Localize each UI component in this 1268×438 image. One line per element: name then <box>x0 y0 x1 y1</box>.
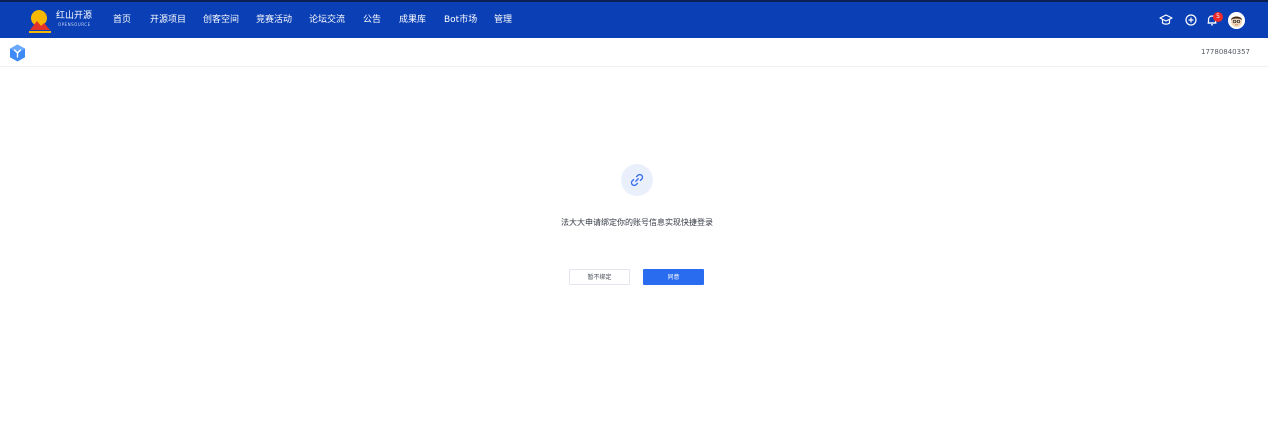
nav-item-admin[interactable]: 管理 <box>494 14 512 26</box>
site-logo-subtext: OPENSOURCE <box>58 22 91 27</box>
account-id: 17780840357 <box>1201 48 1250 56</box>
nav-item-home[interactable]: 首页 <box>113 14 131 26</box>
decline-bind-button[interactable]: 暂不绑定 <box>569 269 630 285</box>
link-icon <box>630 173 644 187</box>
site-logo[interactable]: 红山开源 OPENSOURCE <box>28 8 93 34</box>
nav-item-competitions[interactable]: 竞赛活动 <box>256 14 292 26</box>
nav-item-maker-space[interactable]: 创客空间 <box>203 14 239 26</box>
link-icon-circle <box>621 164 653 196</box>
notification-badge: 5 <box>1213 12 1223 22</box>
site-logo-text: 红山开源 <box>56 11 93 21</box>
graduation-cap-icon[interactable] <box>1159 13 1173 27</box>
nav-item-open-source-projects[interactable]: 开源项目 <box>150 14 186 26</box>
authorization-message: 法大大申请绑定你的账号信息实现快捷登录 <box>561 218 713 227</box>
agree-button[interactable]: 同意 <box>643 269 704 285</box>
avatar-face-icon <box>1228 12 1245 29</box>
sub-header: 17780840357 <box>0 38 1268 67</box>
nav-item-bot-market[interactable]: Bot市场 <box>444 14 477 26</box>
nav-item-forum[interactable]: 论坛交流 <box>309 14 345 26</box>
site-logo-mark-icon <box>29 10 51 33</box>
nav-item-results-library[interactable]: 成果库 <box>399 14 426 26</box>
top-navigation-bar: 红山开源 OPENSOURCE 首页 开源项目 创客空间 竞赛活动 论坛交流 公… <box>0 0 1268 38</box>
app-logo-icon <box>10 44 25 62</box>
user-avatar[interactable] <box>1228 12 1245 29</box>
plus-circle-icon[interactable] <box>1184 13 1198 27</box>
nav-item-announcements[interactable]: 公告 <box>363 14 381 26</box>
